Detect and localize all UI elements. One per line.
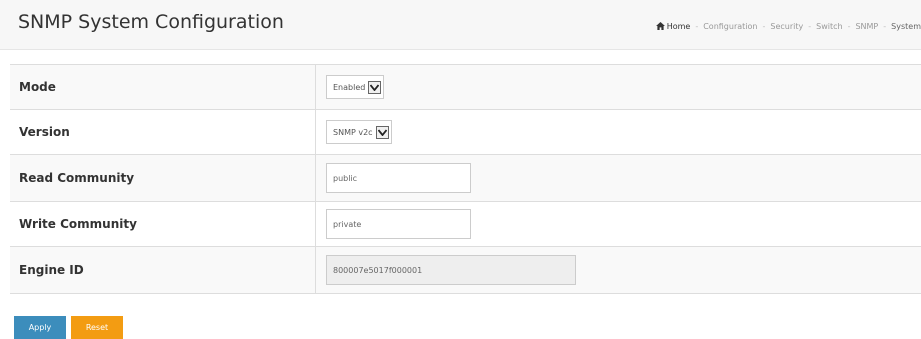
breadcrumb-system: System [891,21,921,31]
page-title: SNMP System Configuration [18,11,284,33]
mode-label: Mode [19,80,56,94]
breadcrumb-home[interactable]: Home [655,21,691,31]
mode-select[interactable]: Enabled [326,75,385,99]
row-mode: Mode Enabled [10,65,921,110]
breadcrumb-separator: - [695,21,699,31]
version-select-value: SNMP v2c [333,127,373,137]
breadcrumb: Home - Configuration - Security - Switch… [655,19,921,33]
mode-select-value: Enabled [333,82,366,92]
breadcrumb-separator: - [847,21,851,31]
chevron-down-icon[interactable] [368,80,382,94]
version-value-cell: SNMP v2c [316,110,392,154]
row-version: Version SNMP v2c [10,110,921,155]
breadcrumb-separator: - [762,21,766,31]
breadcrumb-security[interactable]: Security [770,22,803,31]
read-community-input[interactable] [326,163,471,193]
write-community-value-cell [316,202,471,246]
page-header: SNMP System Configuration Home - Configu… [0,0,921,50]
engine-id-label-cell: Engine ID [10,247,316,293]
version-label: Version [19,125,70,139]
home-icon [655,21,665,30]
breadcrumb-separator: - [883,21,887,31]
write-community-input[interactable] [326,209,471,239]
engine-id-label: Engine ID [19,263,84,277]
mode-label-cell: Mode [10,65,316,109]
breadcrumb-separator: - [808,21,812,31]
breadcrumb-switch[interactable]: Switch [816,22,842,31]
apply-button[interactable]: Apply [14,316,66,339]
reset-button[interactable]: Reset [71,316,123,339]
breadcrumb-snmp[interactable]: SNMP [855,22,878,31]
row-read-community: Read Community [10,155,921,202]
read-community-value-cell [316,155,471,201]
write-community-label: Write Community [19,217,137,231]
engine-id-value-cell [316,247,576,293]
row-write-community: Write Community [10,202,921,247]
version-label-cell: Version [10,110,316,154]
engine-id-input[interactable] [326,255,576,285]
version-select[interactable]: SNMP v2c [326,120,392,144]
breadcrumb-configuration[interactable]: Configuration [703,22,757,31]
config-table: Mode Enabled Version SNMP v2c Read Commu… [10,64,921,294]
read-community-label-cell: Read Community [10,155,316,201]
read-community-label: Read Community [19,171,135,185]
breadcrumb-home-label: Home [666,21,691,31]
mode-value-cell: Enabled [316,65,385,109]
chevron-down-icon[interactable] [375,125,389,139]
row-engine-id: Engine ID [10,247,921,294]
write-community-label-cell: Write Community [10,202,316,246]
